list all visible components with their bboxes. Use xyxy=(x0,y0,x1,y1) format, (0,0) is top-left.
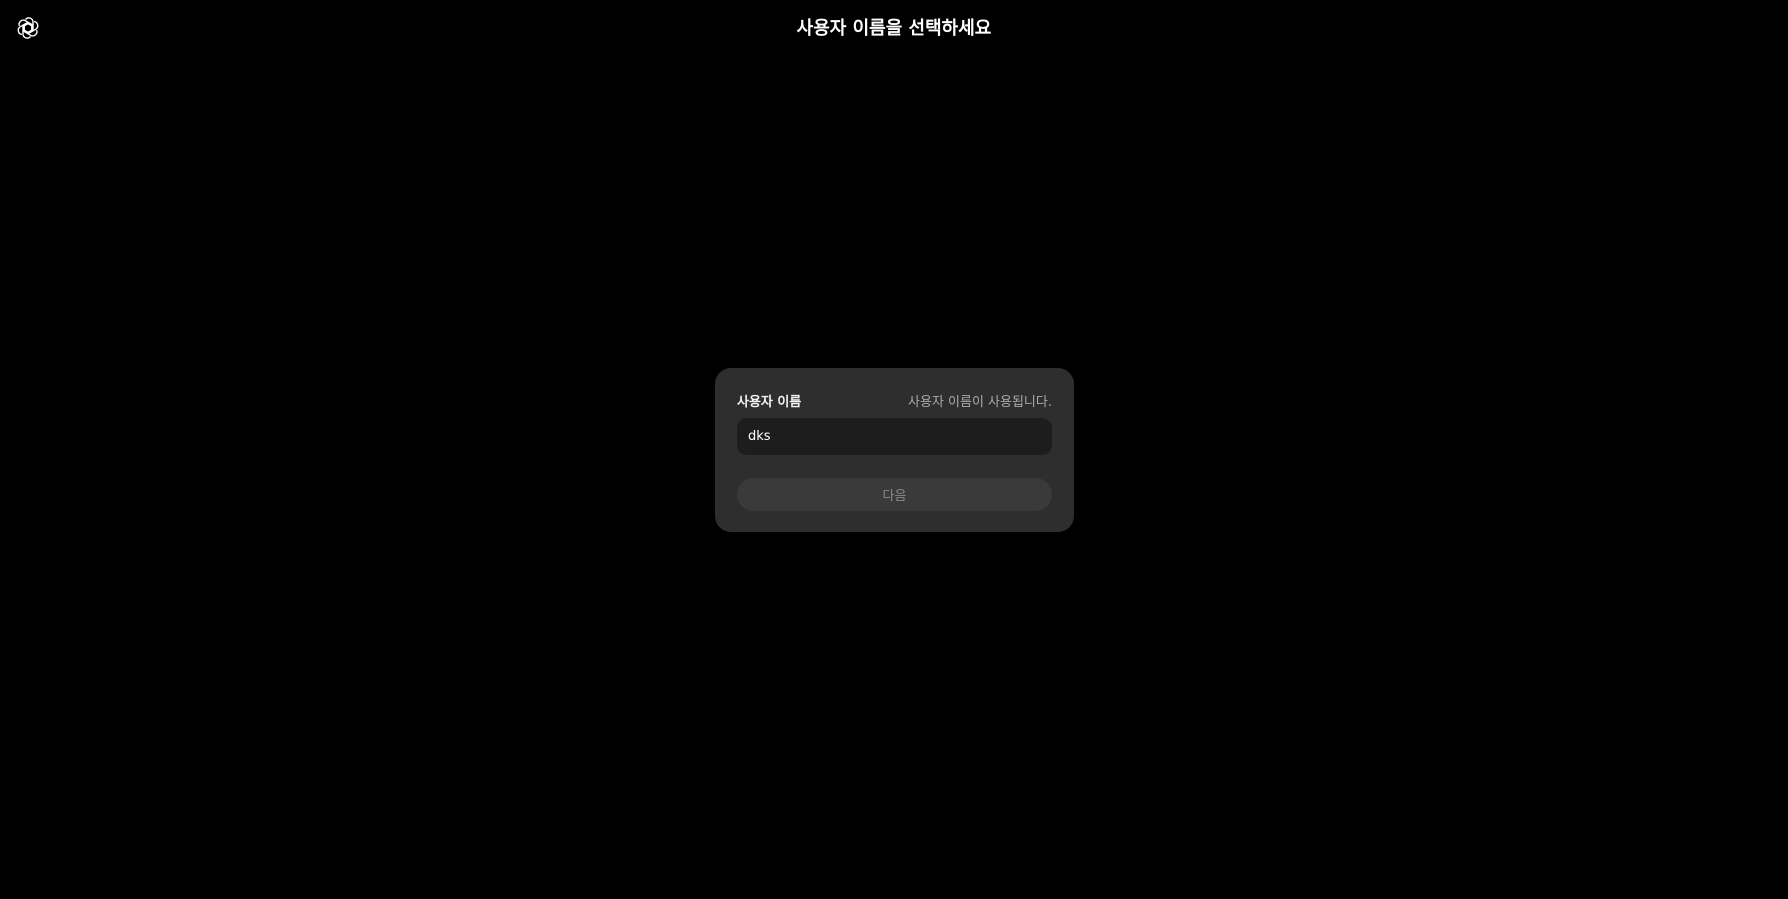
username-hint: 사용자 이름이 사용됩니다. xyxy=(908,394,1052,410)
username-input[interactable] xyxy=(737,418,1052,455)
next-button[interactable]: 다음 xyxy=(737,478,1052,511)
label-row: 사용자 이름 사용자 이름이 사용됩니다. xyxy=(737,390,1052,410)
page-title: 사용자 이름을 선택하세요 xyxy=(796,18,992,39)
username-card: 사용자 이름 사용자 이름이 사용됩니다. 다음 xyxy=(715,368,1074,532)
username-label: 사용자 이름 xyxy=(737,394,802,410)
